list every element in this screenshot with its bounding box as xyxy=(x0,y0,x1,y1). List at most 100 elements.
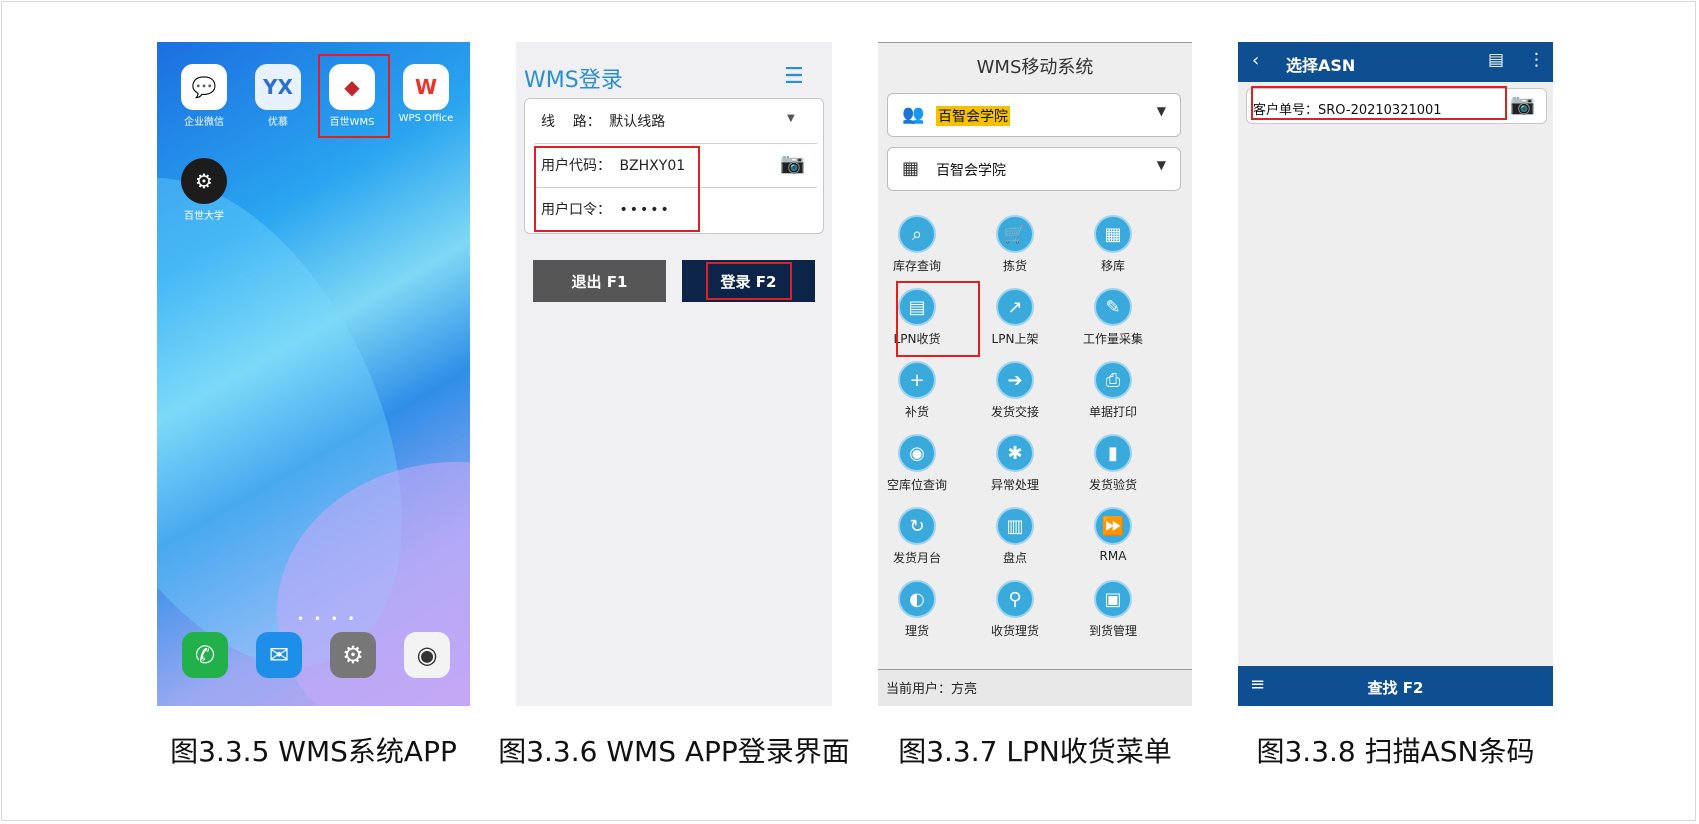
menu-screen: WMS移动系统 👥 百智会学院 ▼ ▦ 百智会学院 ▼ ⌕ 库存查询 🛒 拣货 ▦ 移库 ▤… xyxy=(878,42,1192,706)
menu-item-label: 发货验货 xyxy=(1088,478,1137,492)
app-label: WPS Office xyxy=(398,113,454,124)
menu-item-label: 异常处理 xyxy=(990,478,1039,492)
app-university[interactable]: ⚙ 百世大学 xyxy=(169,158,239,222)
workload-icon: ✎ xyxy=(1094,288,1132,326)
settings-icon[interactable]: ⚙ xyxy=(330,632,376,678)
wps-icon: W xyxy=(403,64,449,110)
menu-item[interactable]: ◉ 空库位查询 xyxy=(878,434,966,493)
lpn-shelve-icon: ↗ xyxy=(996,288,1034,326)
stocktake-icon: ▥ xyxy=(996,507,1034,545)
message-icon[interactable]: ✉ xyxy=(256,632,302,678)
replenish-icon: + xyxy=(898,361,936,399)
login-title: WMS登录 xyxy=(524,68,623,93)
page-indicator: • • • • xyxy=(297,612,358,626)
camera-scan-icon[interactable]: 📷 xyxy=(780,151,805,175)
users-icon: 👥 xyxy=(902,104,925,125)
app-youmu[interactable]: YX 优慕 xyxy=(243,64,313,128)
line-label: 线 路： xyxy=(541,114,601,130)
menu-item[interactable]: ▮ 发货验货 xyxy=(1064,434,1162,493)
handover-icon: ➔ xyxy=(996,361,1034,399)
menu-item-label: 单据打印 xyxy=(1088,405,1137,419)
app-label: 优慕 xyxy=(268,117,288,128)
move-stock-icon: ▦ xyxy=(1094,215,1132,253)
menu-item[interactable]: ⎙ 单据打印 xyxy=(1064,361,1162,420)
chevron-down-icon[interactable]: ▼ xyxy=(787,113,795,124)
app-wecom[interactable]: 💬 企业微信 xyxy=(169,64,239,128)
inventory-search-icon: ⌕ xyxy=(898,215,936,253)
menu-item[interactable]: ✱ 异常处理 xyxy=(966,434,1064,493)
university-icon: ⚙ xyxy=(181,158,227,204)
menu-item-label: 发货月台 xyxy=(892,551,941,565)
menu-item-label: 理货 xyxy=(904,624,929,638)
cart-icon: 🛒 xyxy=(996,215,1034,253)
menu-item[interactable]: ▦ 移库 xyxy=(1064,215,1162,274)
menu-item-label: 盘点 xyxy=(1002,551,1027,565)
menu-item[interactable]: ⚲ 收货理货 xyxy=(966,580,1064,639)
menu-item[interactable]: + 补货 xyxy=(878,361,966,420)
login-screen: WMS登录 ☰ 线 路： 默认线路 ▼ 用户代码： BZHXY01 📷 用户口令… xyxy=(516,42,832,706)
caption-2: 图3.3.6 WMS APP登录界面 xyxy=(498,735,850,768)
menu-item[interactable]: ↻ 发货月台 xyxy=(878,507,966,566)
warehouse-select-value: 百智会学院 xyxy=(936,163,1006,179)
highlight-box xyxy=(896,281,980,357)
menu-item[interactable]: ↗ LPN上架 xyxy=(966,288,1064,347)
menu-item-label: 发货交接 xyxy=(990,405,1039,419)
ship-check-icon: ▮ xyxy=(1094,434,1132,472)
rma-icon: ⏩ xyxy=(1094,507,1132,545)
status-bar: 当前用户：方亮 xyxy=(878,669,1192,706)
menu-item[interactable]: ▣ 到货管理 xyxy=(1064,580,1162,639)
org-select[interactable]: 👥 百智会学院 ▼ xyxy=(887,93,1181,137)
menu-item-label: 空库位查询 xyxy=(886,478,947,492)
menu-item-label: 拣货 xyxy=(1002,259,1027,273)
highlight-box xyxy=(1251,86,1507,120)
menu-item[interactable]: ▥ 盘点 xyxy=(966,507,1064,566)
dock-icon: ↻ xyxy=(898,507,936,545)
highlight-box xyxy=(318,54,390,138)
chevron-down-icon: ▼ xyxy=(1156,104,1166,118)
back-arrow-icon[interactable]: ‹ xyxy=(1252,50,1259,71)
caption-4: 图3.3.8 扫描ASN条码 xyxy=(1256,735,1535,768)
chevron-down-icon: ▼ xyxy=(1156,158,1166,172)
app-bar: ‹ 选择ASN ▤ ⋮ xyxy=(1238,42,1553,82)
menu-item[interactable]: ➔ 发货交接 xyxy=(966,361,1064,420)
caption-3: 图3.3.7 LPN收货菜单 xyxy=(898,735,1172,768)
menu-title: WMS移动系统 xyxy=(976,57,1094,78)
menu-item-label: 库存查询 xyxy=(892,259,941,273)
menu-item[interactable]: ⌕ 库存查询 xyxy=(878,215,966,274)
line-row[interactable]: 线 路： 默认线路 xyxy=(541,111,665,131)
youmu-icon: YX xyxy=(255,64,301,110)
menu-item[interactable]: 🛒 拣货 xyxy=(966,215,1064,274)
menu-item[interactable]: ◐ 理货 xyxy=(878,580,966,639)
camera-scan-icon[interactable]: 📷 xyxy=(1510,92,1535,116)
asn-screen: ‹ 选择ASN ▤ ⋮ 客户单号：SRO-20210321001 📷 ≡ 查找 … xyxy=(1238,42,1553,706)
phone-icon[interactable]: ✆ xyxy=(182,632,228,678)
menu-item-label: RMA xyxy=(1099,549,1127,563)
exit-button[interactable]: 退出 F1 xyxy=(533,260,666,302)
find-button[interactable]: 查找 F2 xyxy=(1238,677,1553,698)
caption-1: 图3.3.5 WMS系统APP xyxy=(170,735,457,768)
message-icon[interactable]: ▤ xyxy=(1488,50,1504,70)
screen-title: 选择ASN xyxy=(1286,56,1356,75)
arrival-icon: ▣ xyxy=(1094,580,1132,618)
highlight-box xyxy=(706,262,792,300)
warehouse-select[interactable]: ▦ 百智会学院 ▼ xyxy=(887,147,1181,191)
more-vert-icon[interactable]: ⋮ xyxy=(1528,50,1545,70)
receive-tally-icon: ⚲ xyxy=(996,580,1034,618)
menu-item-label: LPN上架 xyxy=(991,332,1039,346)
org-select-value: 百智会学院 xyxy=(936,106,1010,126)
menu-item[interactable]: ⏩ RMA xyxy=(1064,507,1162,563)
wecom-icon: 💬 xyxy=(181,64,227,110)
highlight-box xyxy=(534,146,700,232)
app-wps[interactable]: W WPS Office xyxy=(391,64,461,124)
settings-sliders-icon[interactable]: ☰ xyxy=(784,64,804,89)
menu-item-label: 收货理货 xyxy=(990,624,1039,638)
tally-icon: ◐ xyxy=(898,580,936,618)
print-icon: ⎙ xyxy=(1094,361,1132,399)
camera-icon[interactable]: ◉ xyxy=(404,632,450,678)
divider xyxy=(535,143,817,144)
home-screen: 💬 企业微信 YX 优慕 ◆ 百世WMS W WPS Office ⚙ 百世大学… xyxy=(157,42,470,706)
menu-item-label: 到货管理 xyxy=(1088,624,1137,638)
exception-icon: ✱ xyxy=(996,434,1034,472)
menu-item[interactable]: ✎ 工作量采集 xyxy=(1064,288,1162,347)
app-label: 百世大学 xyxy=(184,211,224,222)
